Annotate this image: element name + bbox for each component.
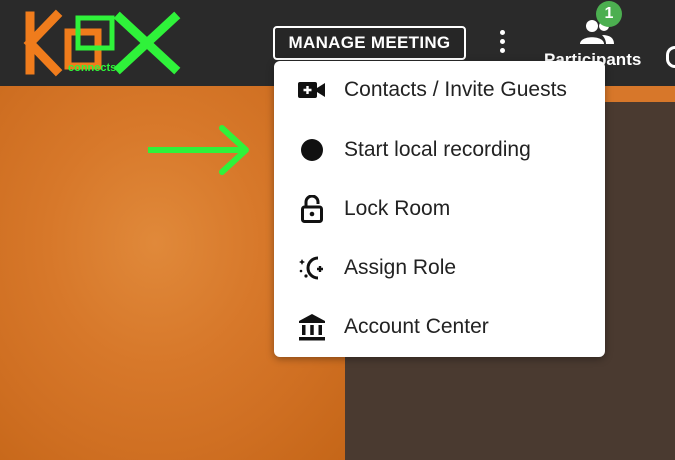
video-tile-strip xyxy=(600,86,675,102)
menu-item-lock-room[interactable]: Lock Room xyxy=(274,183,605,235)
bank-icon xyxy=(298,313,326,341)
menu-item-label: Contacts / Invite Guests xyxy=(344,78,567,101)
assign-role-icon xyxy=(298,254,326,282)
record-dot-icon xyxy=(298,136,326,164)
menu-item-label: Account Center xyxy=(344,315,489,338)
logo-subtext: connects xyxy=(68,62,117,74)
menu-item-account-center[interactable]: Account Center xyxy=(274,301,605,353)
video-add-icon xyxy=(298,76,326,104)
participants-count-badge: 1 xyxy=(596,1,622,27)
menu-item-label: Assign Role xyxy=(344,256,457,279)
chat-icon[interactable] xyxy=(666,46,675,68)
menu-item-label: Lock Room xyxy=(344,197,451,220)
more-options-icon[interactable] xyxy=(490,30,514,58)
menu-item-contacts-invite-guests[interactable]: Contacts / Invite Guests xyxy=(274,64,605,116)
manage-meeting-menu: Contacts / Invite Guests Start local rec… xyxy=(274,61,605,357)
manage-meeting-button[interactable]: MANAGE MEETING xyxy=(273,26,466,60)
menu-item-label: Start local recording xyxy=(344,138,531,161)
lock-open-icon xyxy=(298,195,326,223)
arrow-annotation-icon xyxy=(148,125,249,175)
menu-item-start-local-recording[interactable]: Start local recording xyxy=(274,124,605,176)
menu-item-assign-role[interactable]: Assign Role xyxy=(274,242,605,294)
